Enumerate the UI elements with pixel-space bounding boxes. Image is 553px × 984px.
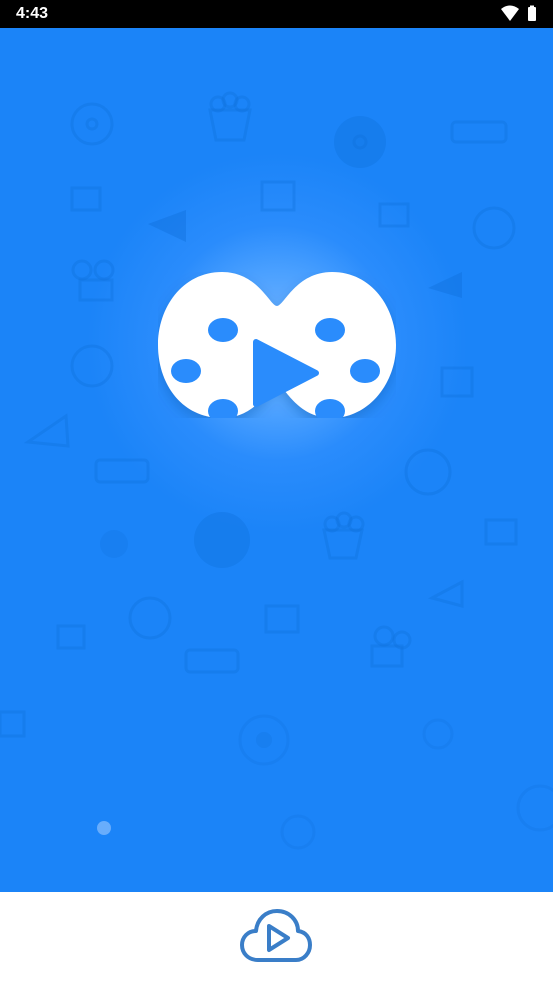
clapperboard-icon bbox=[70, 186, 102, 212]
battery-icon bbox=[528, 5, 536, 21]
background-decoration bbox=[0, 91, 553, 850]
3d-glasses-icon bbox=[450, 120, 508, 144]
film-reel-icon bbox=[238, 714, 553, 850]
wifi-icon bbox=[501, 5, 519, 21]
disc-icon bbox=[334, 116, 386, 168]
film-reel-icon bbox=[70, 102, 114, 146]
status-time: 4:43 bbox=[16, 5, 49, 22]
popcorn-icon bbox=[208, 91, 252, 142]
film-reel-play-icon bbox=[158, 272, 396, 418]
disc-icon bbox=[100, 512, 250, 568]
splash-screen bbox=[0, 28, 553, 892]
cloud-play-icon bbox=[240, 909, 312, 962]
status-icons bbox=[499, 5, 539, 23]
footer bbox=[0, 892, 553, 984]
status-bar: 4:43 bbox=[0, 0, 553, 28]
popcorn-icon bbox=[322, 511, 365, 560]
